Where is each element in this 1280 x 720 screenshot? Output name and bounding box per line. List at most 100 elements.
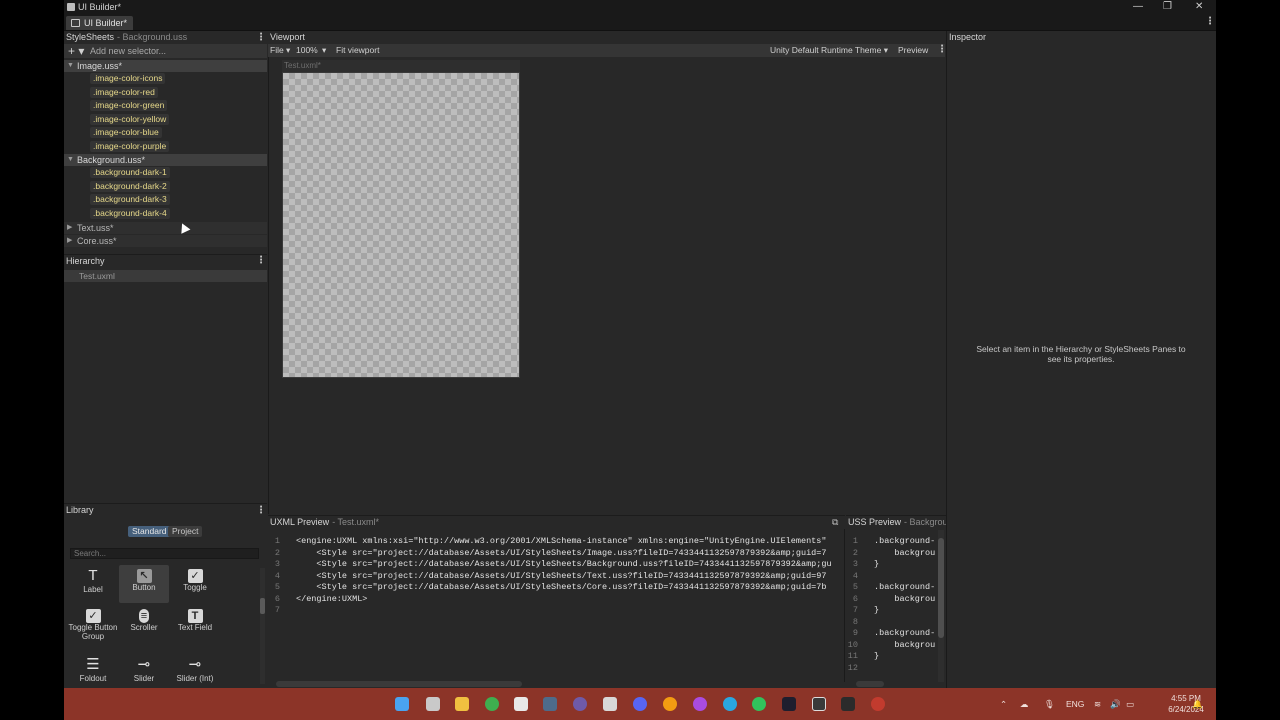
- close-button[interactable]: ✕: [1195, 1, 1203, 12]
- battery-icon[interactable]: ▭: [1126, 688, 1134, 720]
- app-icon[interactable]: [841, 697, 855, 711]
- zoom-dropdown[interactable]: 100%: [296, 44, 318, 57]
- language-indicator[interactable]: ENG: [1066, 688, 1084, 720]
- library-item-slider-int[interactable]: ⊸ Slider (Int): [170, 654, 220, 688]
- messenger-icon[interactable]: [693, 697, 707, 711]
- notifications-icon[interactable]: 🔔: [1192, 688, 1203, 720]
- scroller-icon: ≡: [139, 609, 149, 623]
- wifi-icon[interactable]: ≋: [1094, 688, 1101, 720]
- selector-row[interactable]: .background-dark-4: [64, 207, 267, 221]
- fit-viewport-button[interactable]: Fit viewport: [336, 44, 379, 57]
- app-icon[interactable]: [871, 697, 885, 711]
- volume-icon[interactable]: 🔊: [1110, 688, 1121, 720]
- selector-chip[interactable]: .background-dark-1: [90, 167, 170, 178]
- selector-row[interactable]: .image-color-yellow: [64, 113, 267, 127]
- add-stylesheet-icon[interactable]: + ▾: [68, 44, 84, 58]
- stylesheets-options-icon[interactable]: ⋮: [256, 33, 266, 43]
- library-options-icon[interactable]: ⋮: [256, 506, 266, 516]
- document-canvas[interactable]: [282, 72, 520, 378]
- canvas-title[interactable]: Test.uxml*: [282, 60, 520, 72]
- collapse-triangle-icon[interactable]: ▶: [67, 222, 72, 234]
- file-explorer-icon[interactable]: [455, 697, 469, 711]
- minimize-button[interactable]: —: [1133, 1, 1143, 12]
- library-item-foldout[interactable]: ☰ Foldout: [68, 654, 118, 688]
- library-item-label[interactable]: T Label: [68, 565, 118, 603]
- github-icon[interactable]: [573, 697, 587, 711]
- selector-chip[interactable]: .image-color-icons: [90, 73, 166, 84]
- unity-editor-icon[interactable]: [812, 697, 826, 711]
- unity-hub-icon[interactable]: [603, 697, 617, 711]
- library-item-scroller[interactable]: ≡ Scroller: [119, 605, 169, 643]
- uss-vertical-scrollbar[interactable]: [938, 530, 944, 682]
- collapse-triangle-icon[interactable]: ▶: [67, 235, 72, 247]
- task-view-icon[interactable]: [426, 697, 440, 711]
- expand-triangle-icon[interactable]: ▼: [67, 154, 74, 166]
- hierarchy-options-icon[interactable]: ⋮: [256, 256, 266, 266]
- selector-row[interactable]: .background-dark-1: [64, 166, 267, 180]
- library-item-text-field[interactable]: T Text Field: [170, 605, 220, 643]
- chrome-icon[interactable]: [485, 697, 499, 711]
- selector-chip[interactable]: .image-color-red: [90, 86, 158, 98]
- selector-chip[interactable]: .image-color-purple: [90, 140, 170, 152]
- theme-dropdown[interactable]: Unity Default Runtime Theme ▾: [770, 44, 888, 57]
- hierarchy-item[interactable]: Test.uxml: [64, 270, 267, 282]
- maximize-button[interactable]: ❐: [1163, 1, 1172, 12]
- library-search-input[interactable]: Search...: [70, 548, 259, 559]
- selector-chip[interactable]: .image-color-blue: [90, 127, 162, 138]
- selector-row[interactable]: .image-color-red: [64, 86, 267, 100]
- toggle-button-group-icon: ✓: [85, 609, 101, 623]
- library-item-button[interactable]: ↖ Button: [119, 565, 169, 603]
- tab-project[interactable]: Project: [168, 526, 203, 537]
- system-clock[interactable]: 4:55 PM 6/24/2024: [1156, 693, 1216, 715]
- uxml-code-view[interactable]: 1 <engine:UXML xmlns:xsi="http://www.w3.o…: [268, 529, 845, 682]
- window-options-icon[interactable]: ⋮: [1205, 17, 1215, 27]
- code-line: .background-: [874, 582, 936, 592]
- discord-icon[interactable]: [633, 697, 647, 711]
- tab-ui-builder[interactable]: UI Builder*: [66, 16, 134, 30]
- stylesheet-group-image[interactable]: ▼ Image.uss*: [64, 60, 267, 72]
- selector-row[interactable]: .background-dark-3: [64, 193, 267, 207]
- label-icon: T: [88, 567, 98, 584]
- selector-chip[interactable]: .background-dark-3: [90, 194, 170, 205]
- open-external-icon[interactable]: ⧉: [832, 517, 838, 528]
- expand-triangle-icon[interactable]: ▼: [67, 60, 74, 72]
- selector-chip[interactable]: .image-color-yellow: [90, 113, 170, 125]
- whatsapp-icon[interactable]: [752, 697, 766, 711]
- library-item-toggle[interactable]: ✓ Toggle: [170, 565, 220, 603]
- preview-button[interactable]: Preview: [898, 44, 928, 57]
- selector-row[interactable]: .image-color-green: [64, 99, 267, 113]
- add-selector-input[interactable]: Add new selector...: [90, 44, 166, 58]
- telegram-icon[interactable]: [723, 697, 737, 711]
- uss-code-view[interactable]: 1 .background- 2 backgrou 3} 4 5 .backgrou…: [846, 529, 938, 682]
- uxml-horizontal-scrollbar[interactable]: [276, 681, 522, 687]
- stylesheet-group-text[interactable]: ▶ Text.uss*: [64, 222, 267, 234]
- unity-logo-icon: [67, 3, 75, 11]
- library-scrollbar-thumb[interactable]: [260, 598, 265, 614]
- selector-row[interactable]: .image-color-purple: [64, 140, 267, 154]
- stylesheet-group-core[interactable]: ▶ Core.uss*: [64, 235, 267, 247]
- library-item-toggle-button-group[interactable]: ✓ Toggle Button Group: [68, 605, 118, 651]
- stylesheet-group-background[interactable]: ▼ Background.uss*: [64, 154, 267, 166]
- uss-preview-header: USS Preview- Backgroun: [846, 515, 946, 528]
- uss-scrollbar-thumb[interactable]: [938, 538, 944, 638]
- windows-start-icon[interactable]: [395, 697, 409, 711]
- library-item-slider[interactable]: ⊸ Slider: [119, 654, 169, 688]
- selector-row[interactable]: .background-dark-2: [64, 180, 267, 194]
- app-icon[interactable]: [663, 697, 677, 711]
- zoom-chevron-icon[interactable]: ▾: [322, 44, 326, 57]
- rider-icon[interactable]: [782, 697, 796, 711]
- tab-standard[interactable]: Standard: [128, 526, 171, 537]
- selector-chip[interactable]: .background-dark-2: [90, 180, 170, 192]
- selector-chip[interactable]: .image-color-green: [90, 100, 168, 111]
- selector-row[interactable]: .image-color-blue: [64, 126, 267, 140]
- store-icon[interactable]: [514, 697, 528, 711]
- onedrive-icon[interactable]: ☁: [1020, 688, 1029, 720]
- file-menu[interactable]: File ▾: [270, 44, 290, 57]
- app-icon[interactable]: [543, 697, 557, 711]
- library-scrollbar[interactable]: [260, 568, 265, 684]
- uss-horizontal-scrollbar[interactable]: [856, 681, 884, 687]
- microphone-icon[interactable]: 🎙: [1044, 688, 1055, 720]
- tray-chevron-icon[interactable]: ⌃: [1000, 688, 1007, 720]
- selector-chip[interactable]: .background-dark-4: [90, 207, 170, 219]
- selector-row[interactable]: .image-color-icons: [64, 72, 267, 86]
